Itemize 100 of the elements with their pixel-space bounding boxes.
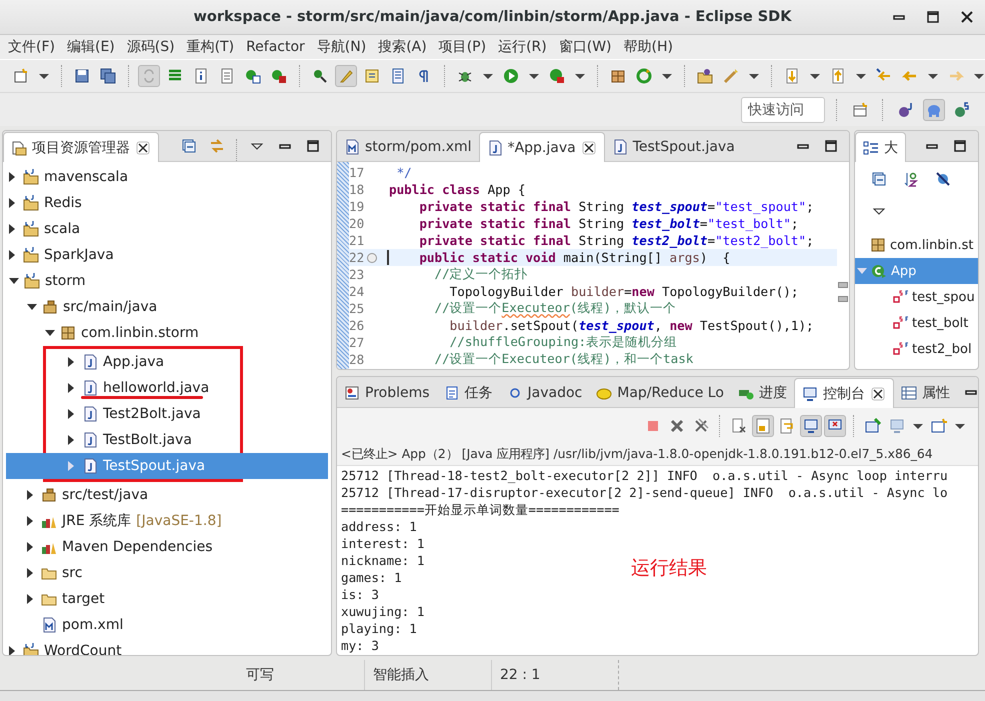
console-line: is: 3	[341, 586, 379, 603]
menu-item[interactable]: 编辑(E)	[60, 38, 121, 56]
editor-tab[interactable]: *App.java	[478, 132, 605, 162]
collapsed-arrow-icon[interactable]	[68, 435, 74, 445]
tree-item[interactable]: test_bolt	[855, 310, 978, 336]
view-tab[interactable]: 进度	[730, 379, 794, 407]
close-icon[interactable]	[580, 140, 597, 156]
collapsed-arrow-icon[interactable]	[9, 250, 15, 260]
menu-item[interactable]: 文件(F)	[2, 38, 61, 56]
view-tab[interactable]: Javadoc	[500, 379, 590, 407]
tree-item[interactable]: SparkJava	[3, 242, 331, 268]
tree-item[interactable]: test2_bol	[855, 336, 978, 362]
collapsed-arrow-icon[interactable]	[68, 409, 74, 419]
show-error-icon[interactable]	[824, 415, 846, 437]
expanded-arrow-icon[interactable]	[27, 304, 37, 310]
code-line: //定义一个拓扑	[433, 266, 528, 283]
console-line: 25712 [Thread-17-disruptor-executor[2 2]-send-queue] INFO o.a.s.util - Async lo	[341, 484, 948, 501]
collapsed-arrow-icon[interactable]	[9, 198, 15, 208]
tree-item[interactable]: storm	[3, 268, 331, 294]
tree-item[interactable]: Test2Bolt.java	[6, 401, 328, 427]
tree-item[interactable]: src/main/java	[3, 294, 331, 320]
line-number: 22	[349, 250, 366, 265]
collapsed-arrow-icon[interactable]	[27, 516, 33, 526]
show-output-icon[interactable]	[800, 415, 822, 437]
tree-item[interactable]: scala	[3, 216, 331, 242]
menu-item[interactable]: 搜索(A)	[372, 38, 433, 56]
tree-item[interactable]: TestBolt.java	[6, 427, 328, 453]
code-line: private static final String test2_bolt="test2_bolt";	[418, 233, 814, 248]
editor-tab[interactable]: TestSpout.java	[604, 133, 742, 161]
menu-item[interactable]: 窗口(W)	[552, 38, 618, 56]
view-tab[interactable]: 控制台	[794, 378, 894, 408]
tree-item[interactable]: helloworld.java	[6, 375, 328, 401]
tree-item[interactable]: pom.xml	[3, 612, 331, 638]
collapsed-arrow-icon[interactable]	[9, 172, 15, 182]
menu-item[interactable]: 导航(N)	[310, 38, 372, 56]
console-header: <已终止> App（2） [Java 应用程序] /usr/lib/jvm/java-1.8.0-openjdk-1.8.0.191.b12-0.el7_5.x86_64	[337, 444, 978, 466]
tree-item[interactable]: JRE 系统库 [JavaSE-1.8]	[3, 508, 331, 534]
collapsed-arrow-icon[interactable]	[27, 568, 33, 578]
menu-item[interactable]: 项目(P)	[432, 38, 492, 56]
tree-item[interactable]: src/test/java	[3, 482, 331, 508]
menu-item[interactable]: 源码(S)	[120, 38, 181, 56]
tree-item[interactable]: Redis	[3, 190, 331, 216]
view-tab[interactable]: Map/Reduce Lo	[589, 379, 731, 407]
collapsed-arrow-icon[interactable]	[9, 224, 15, 234]
console-line: 25712 [Thread-18-test2_bolt-executor[2 2]] INFO o.a.s.util - Async loop interru	[341, 467, 948, 484]
explorer-tab[interactable]: 项目资源管理器	[3, 132, 159, 162]
tree-item[interactable]: com.linbin.storm	[3, 320, 331, 346]
close-icon[interactable]	[135, 140, 151, 156]
java-file-icon	[82, 354, 98, 370]
menu-item[interactable]: 帮助(H)	[618, 38, 679, 56]
console-icon	[802, 386, 818, 402]
menu-item[interactable]: 运行(R)	[492, 38, 553, 56]
code-line: builder.setSpout(test_spout, new TestSpout(),1);	[448, 318, 814, 333]
menu-item[interactable]: 重构(T)	[180, 38, 240, 56]
properties-icon	[900, 385, 917, 401]
collapsed-arrow-icon[interactable]	[68, 357, 74, 367]
tree-item[interactable]: target	[3, 586, 331, 612]
collapsed-arrow-icon[interactable]	[68, 383, 74, 393]
xml-file-icon	[41, 617, 57, 633]
explorer-icon	[11, 140, 27, 156]
console-line: playing: 1	[341, 620, 417, 637]
version-label: [JavaSE-1.8]	[136, 513, 222, 529]
package-icon	[60, 325, 76, 341]
expanded-arrow-icon[interactable]	[45, 330, 55, 336]
code-line: TopologyBuilder builder=new TopologyBuilder();	[448, 284, 798, 299]
tree-item[interactable]: com.linbin.st	[855, 232, 978, 258]
source-folder-icon	[41, 487, 57, 503]
collapsed-arrow-icon[interactable]	[27, 594, 33, 604]
maximize-icon[interactable]	[925, 9, 941, 25]
project-folder-icon	[23, 195, 39, 211]
collapsed-arrow-icon[interactable]	[9, 646, 15, 655]
code-line: //shuffleGrouping:表示是随机分组	[448, 334, 678, 351]
java-file-icon	[82, 432, 98, 448]
close-icon[interactable]	[959, 9, 975, 25]
close-icon[interactable]	[870, 386, 886, 402]
tree-item[interactable]: Maven Dependencies	[3, 534, 331, 560]
code-line: */	[396, 165, 412, 180]
project-folder-icon	[23, 169, 39, 185]
tree-item[interactable]: WordCount	[3, 638, 331, 655]
menu-item[interactable]: Refactor	[240, 39, 311, 55]
line-number: 20	[349, 216, 366, 231]
collapsed-arrow-icon[interactable]	[27, 542, 33, 552]
field-icon	[892, 341, 908, 357]
outline-tab[interactable]: 大	[855, 132, 906, 162]
view-tab[interactable]: 任务	[436, 379, 500, 407]
console-line: my: 3	[341, 637, 379, 654]
tree-item[interactable]: App.java	[6, 349, 328, 375]
editor-tab[interactable]: storm/pom.xml	[337, 133, 479, 161]
collapsed-arrow-icon[interactable]	[27, 490, 33, 500]
scroll-lock-icon[interactable]	[752, 415, 774, 437]
tree-item[interactable]: src	[3, 560, 331, 586]
tree-item[interactable]: mavenscala	[3, 164, 331, 190]
project-folder-icon	[23, 643, 39, 655]
xml-file-icon	[344, 139, 360, 155]
view-tab[interactable]: Problems	[337, 379, 437, 407]
code-line: private static final String test_spout="test_spout";	[418, 199, 814, 214]
package-icon	[870, 237, 886, 253]
tree-item[interactable]: test_spou	[855, 284, 978, 310]
line-number: 25	[349, 301, 366, 316]
view-tab[interactable]: 属性	[894, 379, 957, 407]
